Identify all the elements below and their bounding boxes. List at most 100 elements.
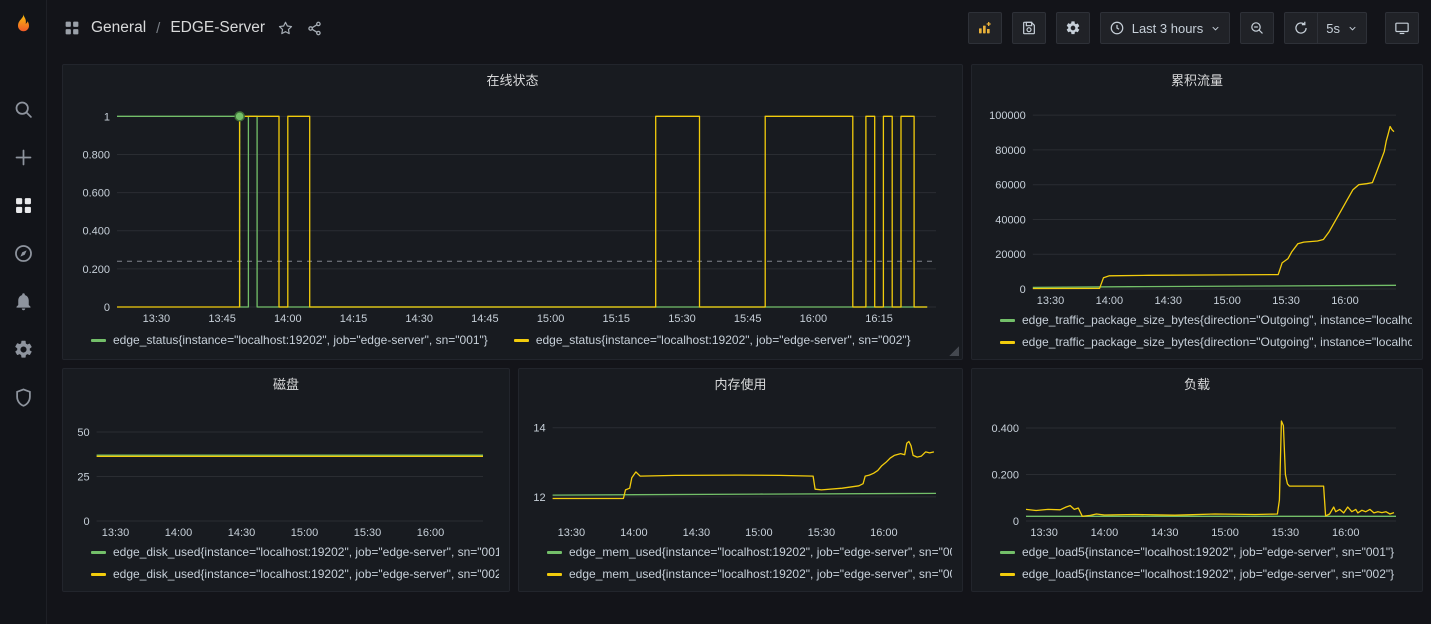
series-line-1	[553, 442, 934, 499]
legend-item[interactable]: edge_traffic_package_size_bytes{directio…	[1000, 309, 1412, 331]
series-line-0	[117, 116, 927, 307]
share-icon[interactable]	[306, 20, 323, 37]
x-tick-label: 14:15	[340, 313, 368, 325]
x-tick-label: 16:00	[870, 527, 898, 539]
legend-label: edge_load5{instance="localhost:19202", j…	[1022, 545, 1394, 559]
sidebar-item-server-admin[interactable]	[0, 373, 47, 421]
sidebar-item-create[interactable]	[0, 133, 47, 181]
legend-swatch	[91, 551, 106, 554]
x-tick-label: 13:30	[558, 527, 586, 539]
x-tick-label: 15:15	[603, 313, 631, 325]
cycle-view-button[interactable]	[1385, 12, 1419, 44]
x-tick-label: 16:00	[417, 527, 445, 539]
chart-canvas[interactable]: 02000040000600008000010000013:3014:0014:…	[982, 93, 1412, 309]
legend-item[interactable]: edge_disk_used{instance="localhost:19202…	[91, 563, 499, 585]
dashboard-row-2: 磁盘0255013:3014:0014:3015:0015:3016:00edg…	[62, 368, 1423, 592]
legend-item[interactable]: edge_status{instance="localhost:19202", …	[91, 333, 488, 347]
refresh-button[interactable]	[1284, 12, 1318, 44]
x-tick-label: 13:30	[143, 313, 171, 325]
search-icon	[13, 99, 34, 120]
panel-title-load[interactable]: 负载	[982, 373, 1412, 397]
x-tick-label: 14:30	[228, 527, 256, 539]
legend-swatch	[1000, 341, 1015, 344]
legend-swatch	[1000, 573, 1015, 576]
y-tick-label: 60000	[995, 180, 1026, 192]
legend-item[interactable]: edge_load5{instance="localhost:19202", j…	[1000, 563, 1412, 585]
y-tick-label: 12	[533, 492, 545, 504]
legend-label: edge_traffic_package_size_bytes{directio…	[1022, 335, 1412, 349]
topbar-actions: Last 3 hours 5s	[968, 12, 1419, 44]
x-tick-label: 15:00	[1213, 295, 1241, 307]
x-tick-label: 15:30	[1272, 527, 1300, 539]
time-range-picker[interactable]: Last 3 hours	[1100, 12, 1231, 44]
chart-canvas[interactable]: 00.2000.40013:3014:0014:3015:0015:3016:0…	[982, 397, 1412, 541]
x-tick-label: 15:45	[734, 313, 762, 325]
chart-canvas[interactable]: 00.2000.4000.6000.800113:3013:4514:0014:…	[73, 93, 952, 327]
add-panel-button[interactable]	[968, 12, 1002, 44]
sidebar-menu	[0, 85, 46, 421]
x-tick-label: 13:30	[102, 527, 130, 539]
breadcrumb-separator: /	[156, 20, 160, 37]
legend-item[interactable]: edge_mem_used{instance="localhost:19202"…	[547, 541, 952, 563]
panel-title-online-status[interactable]: 在线状态	[73, 69, 952, 93]
panel-title-disk[interactable]: 磁盘	[73, 373, 499, 397]
legend-item[interactable]: edge_mem_used{instance="localhost:19202"…	[547, 563, 952, 585]
x-tick-label: 16:00	[1332, 527, 1360, 539]
x-tick-label: 14:30	[683, 527, 711, 539]
legend-item[interactable]: edge_status{instance="localhost:19202", …	[514, 333, 911, 347]
grafana-logo[interactable]	[8, 8, 38, 40]
series-line-1	[117, 116, 927, 307]
breadcrumb-section[interactable]: General	[91, 19, 146, 37]
x-tick-label: 13:45	[208, 313, 236, 325]
panel-title-traffic[interactable]: 累积流量	[982, 69, 1412, 93]
legend-item[interactable]: edge_disk_used{instance="localhost:19202…	[91, 541, 499, 563]
y-tick-label: 0	[1020, 284, 1026, 296]
dashboard-settings-button[interactable]	[1056, 12, 1090, 44]
y-tick-label: 0	[104, 302, 110, 314]
y-tick-label: 0	[83, 516, 89, 528]
legend-label: edge_disk_used{instance="localhost:19202…	[113, 545, 499, 559]
save-dashboard-button[interactable]	[1012, 12, 1046, 44]
sidebar-item-configuration[interactable]	[0, 325, 47, 373]
series-line-0	[553, 493, 936, 495]
zoom-out-button[interactable]	[1240, 12, 1274, 44]
star-icon[interactable]	[277, 20, 294, 37]
refresh-interval-picker-label: 5s	[1326, 21, 1340, 36]
refresh-button-group: 5s	[1284, 12, 1367, 44]
legend-swatch	[514, 339, 529, 342]
y-tick-label: 50	[77, 427, 89, 439]
compass-icon	[13, 243, 34, 264]
legend-label: edge_disk_used{instance="localhost:19202…	[113, 567, 499, 581]
legend-load: edge_load5{instance="localhost:19202", j…	[982, 541, 1412, 585]
annotation-marker[interactable]	[235, 112, 244, 121]
sidebar-item-dashboards[interactable]	[0, 181, 47, 229]
x-tick-label: 15:30	[668, 313, 696, 325]
panel-memory: 内存使用121413:3014:0014:3015:0015:3016:00ed…	[518, 368, 963, 592]
sidebar-item-explore[interactable]	[0, 229, 47, 277]
sidebar-item-search[interactable]	[0, 85, 47, 133]
gear-icon	[1065, 20, 1081, 36]
panel-traffic: 累积流量02000040000600008000010000013:3014:0…	[971, 64, 1423, 360]
chart-canvas[interactable]: 0255013:3014:0014:3015:0015:3016:00	[73, 397, 499, 541]
legend-swatch	[1000, 551, 1015, 554]
refresh-interval-picker[interactable]: 5s	[1318, 12, 1367, 44]
legend-item[interactable]: edge_load5{instance="localhost:19202", j…	[1000, 541, 1412, 563]
legend-label: edge_load5{instance="localhost:19202", j…	[1022, 567, 1394, 581]
sidebar-item-alerting[interactable]	[0, 277, 47, 325]
chart-canvas[interactable]: 121413:3014:0014:3015:0015:3016:00	[529, 397, 952, 541]
chart-load: 00.2000.40013:3014:0014:3015:0015:3016:0…	[982, 397, 1412, 541]
y-tick-label: 0.200	[991, 469, 1019, 481]
x-tick-label: 14:00	[274, 313, 302, 325]
sidebar	[0, 0, 47, 624]
legend-item[interactable]: edge_traffic_package_size_bytes{directio…	[1000, 331, 1412, 353]
breadcrumb-title[interactable]: EDGE-Server	[170, 19, 265, 37]
panel-online-status: 在线状态00.2000.4000.6000.800113:3013:4514:0…	[62, 64, 963, 360]
x-tick-label: 15:00	[537, 313, 565, 325]
legend-swatch	[91, 339, 106, 342]
legend-label: edge_status{instance="localhost:19202", …	[536, 333, 911, 347]
gear-icon	[13, 339, 34, 360]
clock-icon	[1109, 20, 1125, 36]
panel-title-memory[interactable]: 内存使用	[529, 373, 952, 397]
main-area: General / EDGE-Server Last 3 hours 5s 在线状…	[47, 0, 1431, 624]
grafana-app: General / EDGE-Server Last 3 hours 5s 在线状…	[0, 0, 1431, 624]
